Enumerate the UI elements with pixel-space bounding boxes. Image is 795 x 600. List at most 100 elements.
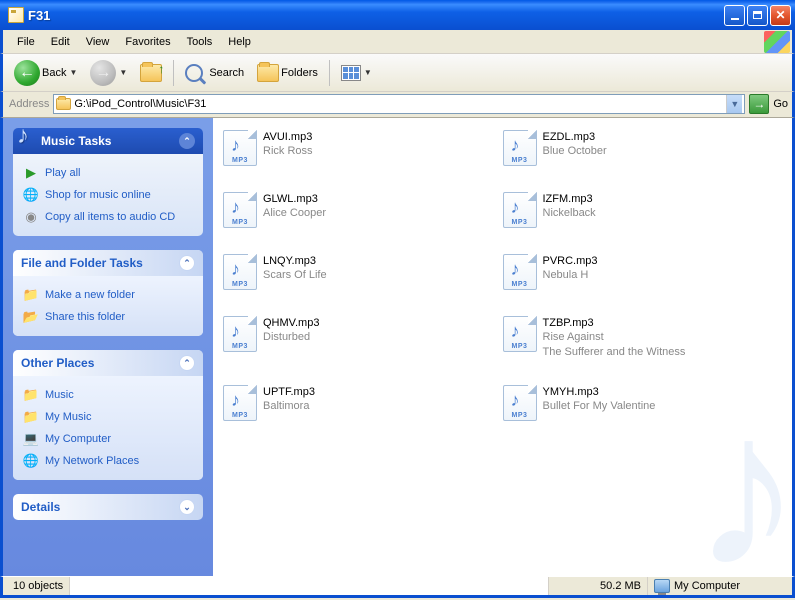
file-text: UPTF.mp3Baltimora (263, 385, 315, 414)
menubar: File Edit View Favorites Tools Help (0, 30, 795, 54)
file-item[interactable]: MP3QHMV.mp3Disturbed (223, 316, 503, 359)
menu-edit[interactable]: Edit (43, 33, 78, 51)
file-artist: Blue October (543, 144, 607, 158)
mp3-file-icon: MP3 (223, 254, 257, 290)
file-artist: Alice Cooper (263, 206, 326, 220)
toolbar: ← Back ▼ → ▼ Search Folders ▼ (0, 54, 795, 92)
back-button[interactable]: ← Back ▼ (9, 57, 82, 89)
file-text: EZDL.mp3Blue October (543, 130, 607, 159)
chevron-up-icon[interactable]: ⌃ (179, 355, 195, 371)
mp3-file-icon: MP3 (223, 130, 257, 166)
minimize-button[interactable] (724, 5, 745, 26)
details-panel: Details ⌄ (13, 494, 203, 520)
mp3-file-icon: MP3 (223, 385, 257, 421)
menu-tools[interactable]: Tools (179, 33, 221, 51)
file-artist: Scars Of Life (263, 268, 327, 282)
status-location-text: My Computer (674, 580, 740, 592)
file-item[interactable]: MP3EZDL.mp3Blue October (503, 130, 783, 166)
file-name: LNQY.mp3 (263, 254, 327, 268)
file-name: TZBP.mp3 (543, 316, 686, 330)
chevron-down-icon[interactable]: ⌄ (179, 499, 195, 515)
address-input[interactable]: G:\iPod_Control\Music\F31 ▼ (53, 94, 745, 114)
file-folder-tasks-header[interactable]: File and Folder Tasks ⌃ (13, 250, 203, 276)
folders-button[interactable]: Folders (252, 61, 323, 85)
file-text: YMYH.mp3Bullet For My Valentine (543, 385, 656, 414)
computer-icon (654, 579, 670, 593)
file-name: UPTF.mp3 (263, 385, 315, 399)
task-shop-music[interactable]: 🌐Shop for music online (23, 184, 193, 206)
mp3-file-icon: MP3 (503, 385, 537, 421)
forward-button[interactable]: → ▼ (85, 57, 132, 89)
other-places-title: Other Places (21, 356, 94, 370)
file-folder-tasks-panel: File and Folder Tasks ⌃ 📁Make a new fold… (13, 250, 203, 336)
network-icon: 🌐 (23, 453, 39, 469)
file-text: AVUI.mp3Rick Ross (263, 130, 313, 159)
file-item[interactable]: MP3LNQY.mp3Scars Of Life (223, 254, 503, 290)
task-play-all[interactable]: ▶Play all (23, 162, 193, 184)
close-button[interactable]: ✕ (770, 5, 791, 26)
computer-icon: 💻 (23, 431, 39, 447)
address-dropdown[interactable]: ▼ (726, 95, 742, 113)
file-item[interactable]: MP3 GLWL.mp3Alice Cooper (223, 192, 503, 228)
details-header[interactable]: Details ⌄ (13, 494, 203, 520)
file-text: TZBP.mp3Rise AgainstThe Sufferer and the… (543, 316, 686, 359)
share-icon: 📂 (23, 309, 39, 325)
file-name: PVRC.mp3 (543, 254, 598, 268)
task-copy-to-cd[interactable]: ◉Copy all items to audio CD (23, 206, 193, 228)
folder-icon: 📁 (23, 387, 39, 403)
file-item[interactable]: MP3IZFM.mp3Nickelback (503, 192, 783, 228)
chevron-down-icon: ▼ (364, 68, 372, 77)
menu-help[interactable]: Help (220, 33, 259, 51)
details-title: Details (21, 500, 60, 514)
mp3-file-icon: MP3 (223, 192, 257, 228)
chevron-down-icon: ▼ (69, 68, 77, 77)
chevron-up-icon[interactable]: ⌃ (179, 133, 195, 149)
music-tasks-header[interactable]: ♪ Music Tasks ⌃ (13, 128, 203, 154)
mp3-file-icon: MP3 (223, 316, 257, 352)
file-artist: Bullet For My Valentine (543, 399, 656, 413)
globe-icon: 🌐 (23, 187, 39, 203)
file-text: QHMV.mp3Disturbed (263, 316, 319, 345)
menu-view[interactable]: View (78, 33, 118, 51)
window-title: F31 (28, 8, 724, 23)
views-button[interactable]: ▼ (336, 62, 377, 84)
music-tasks-title: Music Tasks (41, 134, 111, 148)
chevron-up-icon[interactable]: ⌃ (179, 255, 195, 271)
maximize-button[interactable] (747, 5, 768, 26)
go-button[interactable]: → (749, 94, 769, 114)
back-label: Back (42, 67, 66, 79)
status-size: 50.2 MB (548, 577, 648, 595)
file-name: GLWL.mp3 (263, 192, 326, 206)
task-new-folder[interactable]: 📁Make a new folder (23, 284, 193, 306)
status-location: My Computer (648, 577, 788, 595)
file-item[interactable]: MP3PVRC.mp3Nebula H (503, 254, 783, 290)
menu-file[interactable]: File (9, 33, 43, 51)
menu-favorites[interactable]: Favorites (117, 33, 178, 51)
place-my-music[interactable]: 📁My Music (23, 406, 193, 428)
file-text: LNQY.mp3Scars Of Life (263, 254, 327, 283)
music-tasks-body: ▶Play all 🌐Shop for music online ◉Copy a… (13, 154, 203, 236)
up-button[interactable] (135, 61, 167, 85)
file-name: IZFM.mp3 (543, 192, 596, 206)
file-item[interactable]: MP3TZBP.mp3Rise AgainstThe Sufferer and … (503, 316, 783, 359)
play-icon: ▶ (23, 165, 39, 181)
folder-icon (8, 7, 24, 23)
file-name: AVUI.mp3 (263, 130, 313, 144)
forward-arrow-icon: → (90, 60, 116, 86)
separator (329, 60, 330, 86)
file-item[interactable]: MP3YMYH.mp3Bullet For My Valentine (503, 385, 783, 421)
task-share-folder[interactable]: 📂Share this folder (23, 306, 193, 328)
other-places-header[interactable]: Other Places ⌃ (13, 350, 203, 376)
folders-icon (257, 64, 279, 82)
place-music[interactable]: 📁Music (23, 384, 193, 406)
place-my-computer[interactable]: 💻My Computer (23, 428, 193, 450)
file-item[interactable]: MP3AVUI.mp3Rick Ross (223, 130, 503, 166)
place-network[interactable]: 🌐My Network Places (23, 450, 193, 472)
file-item[interactable]: MP3UPTF.mp3Baltimora (223, 385, 503, 421)
search-button[interactable]: Search (180, 61, 249, 85)
status-spacer (69, 577, 548, 595)
file-name: YMYH.mp3 (543, 385, 656, 399)
music-tasks-panel: ♪ Music Tasks ⌃ ▶Play all 🌐Shop for musi… (13, 128, 203, 236)
go-label: Go (773, 98, 788, 110)
file-folder-tasks-title: File and Folder Tasks (21, 256, 143, 270)
